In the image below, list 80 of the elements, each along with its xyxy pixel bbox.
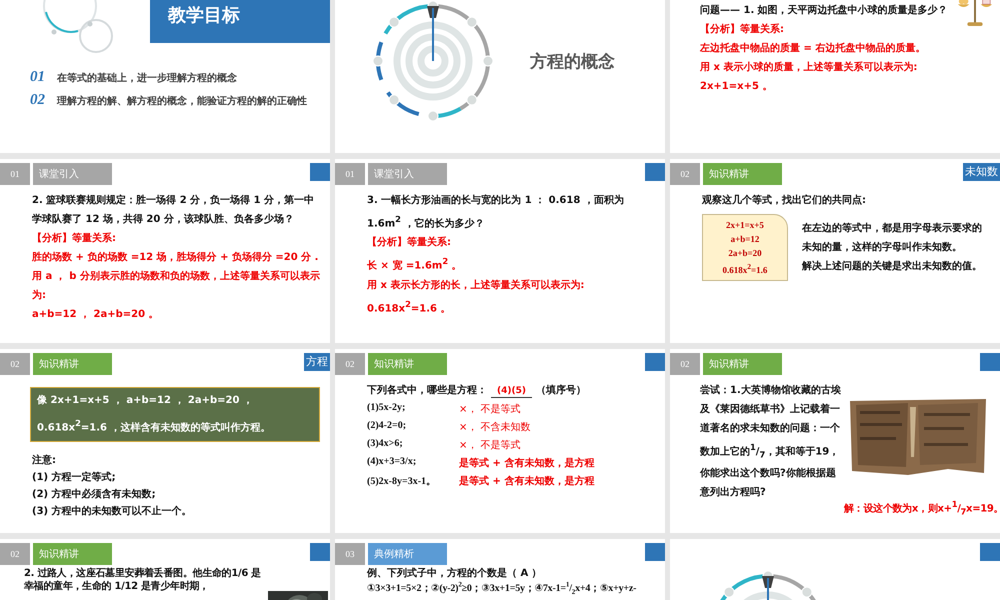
section-number: 02 — [0, 353, 30, 375]
note-text: (2) 方程中必须含有未知数; — [32, 487, 157, 502]
section-label: 课堂引入 — [368, 163, 447, 185]
analysis-text: 0.618x$^{2}$=1.6 。 — [367, 298, 452, 316]
explanation-text: 在左边的等式中，都是用字母表示要求的未知的量，这样的字母叫作未知数。 — [802, 221, 983, 255]
section-label: 知识精讲 — [368, 353, 447, 375]
slide-thumbnail[interactable]: 02 知识精讲 方程 像 2x+1=x+5 ， a+b=12 ， 2a+b=20 ， 0.618x$^{2}$=1.6 ，这样含有未知数的等式叫作方程。 注意: (1) 方程一定等式; (2) 方程中必须含有未知数; (3) 方程中的未知数可以不止一个。 — [0, 349, 330, 533]
section-number: 02 — [670, 163, 700, 185]
note-text: (1) 方程一定等式; — [32, 470, 117, 486]
corner-label: 未知数 — [963, 163, 1000, 181]
section-label: 典例精析 — [368, 543, 447, 565]
slide-thumbnail[interactable]: 方程的概念 — [335, 0, 665, 153]
section-number: 02 — [670, 353, 700, 375]
slide-thumbnail[interactable]: 02 知识精讲 尝试：1.大英博物馆收藏的古埃及《莱因德纸草书》上记载着一道著名的求未知数的问题：一个数加上它的$^{1}$/$_{7}$，其和等于19，你能求出这个数吗?你能根据题意列出方程吗? 解：设这个数为x，则x+$^{1}$/$_{7}$x=19。 — [670, 349, 1000, 533]
section-label: 知识精讲 — [33, 543, 112, 565]
definition-card: 像 2x+1=x+5 ， a+b=12 ， 2a+b=20 ， 0.618x$^{2}$=1.6 ，这样含有未知数的等式叫作方程。 — [30, 387, 320, 442]
expression-text: (2)4-2=0; — [367, 420, 408, 433]
slide-thumbnail[interactable]: 02 知识精讲 未知数 观察这几个等式，找出它们的共同点: 2x+1=x+5 a+b=12 2a+b=20 0.618x$^{2}$=1.6 在左边的等式中，都是用字母表示要求的未知的量，这样的字母叫作未知数。 解决上述问题的关键是求出未知数的值。 — [670, 159, 1000, 343]
equation-text: 2x+1=x+5 — [726, 220, 764, 230]
note-text: 注意: — [32, 453, 57, 468]
question-text: 下列各式中，哪些是方程： — [367, 383, 487, 398]
item-number: 01 — [30, 69, 45, 86]
equation-text: a+b=12 — [730, 234, 760, 244]
slide-thumbnail[interactable]: 问题—— 1. 如图，天平两边托盘中小球的质量是多少？ 【分析】等量关系: 左边托盘中物品的质量 = 右边托盘中物品的质量。 用 x 表示小球的质量，上述等量关系可以表示为: 2x+1=x+5 。 — [670, 0, 1000, 153]
verdict-text: 是等式 + 含有未知数，是方程 — [459, 474, 596, 488]
slide-thumbnail[interactable]: 02 知识精讲 下列各式中，哪些是方程： (4)(5) （填序号） (1)5x-2y; ×， 不是等式 (2)4-2=0; ×， 不含未知数 (3)4x>6; ×， 不是等式 (4)x+3=3/x; 是等式 + 含有未知数，是方程 (5)2x-8y=3x-1。 是等式 + 含有未知数，是方程 — [335, 349, 665, 533]
slide-thumbnail[interactable]: 教学目标 01 在等式的基础上，进一步理解方程的概念 02 理解方程的解、解方程的概念，能验证方程的解的正确性 — [0, 0, 330, 153]
section-number: 01 — [0, 163, 30, 185]
expression-text: (5)2x-8y=3x-1。 — [367, 475, 438, 488]
question-text: 2. 过路人，这座石墓里安葬着丢番图。他生命的1/6 是幸福的童年，生命的 1/12 是青少年时期， — [24, 567, 262, 593]
note-text: (3) 方程中的未知数可以不止一个。 — [32, 504, 193, 520]
analysis-text: a+b=12 ， 2a+b=20 。 — [32, 308, 160, 322]
hint-text: （填序号） — [536, 383, 586, 398]
question-text: 问题—— 1. 如图，天平两边托盘中小球的质量是多少？ — [700, 4, 949, 18]
verdict-text: 是等式 + 含有未知数，是方程 — [459, 456, 596, 470]
section-number: 01 — [335, 163, 365, 185]
objective-text: 理解方程的解、解方程的概念，能验证方程的解的正确性 — [57, 94, 307, 108]
slide-thumbnail[interactable]: 01 课堂引入 3. 一幅长方形油画的长与宽的比为 1 ： 0.618 ，面积为 1.6m$^{2}$ ，它的长为多少？ 【分析】等量关系: 长 × 宽 =1.6m$^{2}$ 。 用 x 表示长方形的长，上述等量关系可以表示为: 0.618x$^{2}$=1.6 。 — [335, 159, 665, 343]
answer-blank: (4)(5) — [491, 385, 532, 398]
section-label: 知识精讲 — [33, 353, 112, 375]
expression-text: (3)4x>6; — [367, 438, 404, 451]
question-text: 2. 篮球联赛规则规定：胜一场得 2 分，负一场得 1 分，第一中学球队赛了 12 场，共得 20 分，该球队胜、负各多少场？ — [32, 193, 316, 227]
analysis-text: 用 x 表示小球的质量，上述等量关系可以表示为: — [700, 60, 918, 75]
verdict-text: ×， 不是等式 — [459, 438, 522, 452]
question-text: 尝试：1.大英博物馆收藏的古埃及《莱因德纸草书》上记载着一道著名的求未知数的问题：一个数加上它的$^{1}$/$_{7}$，其和等于19，你能求出这个数吗?你能根据题意列出方程吗? — [700, 384, 842, 500]
section-number: 03 — [335, 543, 365, 565]
analysis-text: 用 x 表示长方形的长，上述等量关系可以表示为: — [367, 278, 586, 293]
section-number: 02 — [0, 543, 30, 565]
analysis-text: 【分析】等量关系: — [700, 22, 785, 37]
analysis-text: 【分析】等量关系: — [367, 236, 452, 250]
section-number: 02 — [335, 353, 365, 375]
explanation-text: 解决上述问题的关键是求出未知数的值。 — [802, 260, 983, 274]
formula-text: ①3×3+1=5×2；②(y-2)$^{2}$≥0；③3x+1=5y；④7x-1=$^{1}$/$_{2}$x+4；⑤x+y+z- — [367, 582, 638, 596]
item-number: 02 — [30, 92, 45, 109]
slide-thumbnail[interactable]: 01 课堂引入 2. 篮球联赛规则规定：胜一场得 2 分，负一场得 1 分，第一中学球队赛了 12 场，共得 20 分，该球队胜、负各多少场？ 【分析】等量关系: 胜的场数 + 负的场数 =12 场，胜场得分 + 负场得分 =20 分 . 用 a ， b 分别表示胜的场数和负的场数，上述等量关系可以表示为: a+b=12 ， 2a+b=20 。 — [0, 159, 330, 343]
verdict-text: ×， 不是等式 — [459, 402, 522, 416]
equation-text: 0.618x$^{2}$=1.6 — [722, 262, 768, 275]
section-label: 知识精讲 — [703, 353, 782, 375]
analysis-text: 长 × 宽 =1.6m$^{2}$ 。 — [367, 255, 463, 274]
solution-text: 解：设这个数为x，则x+$^{1}$/$_{7}$x=19。 — [844, 498, 998, 518]
expression-text: (4)x+3=3/x; — [367, 456, 418, 469]
slide-thumbnail[interactable]: 02 知识精讲 2. 过路人，这座石墓里安葬着丢番图。他生命的1/6 是幸福的童年，生命的 1/12 是青少年时期， — [0, 539, 330, 600]
analysis-text: 胜的场数 + 负的场数 =12 场，胜场得分 + 负场得分 =20 分 . — [32, 250, 320, 265]
expression-text: (1)5x-2y; — [367, 402, 406, 415]
question-text: 观察这几个等式，找出它们的共同点: — [702, 193, 867, 208]
section-label: 知识精讲 — [703, 163, 782, 185]
slide-thumbnail[interactable]: 03 典例精析 例、下列式子中，方程的个数是（ A ） ①3×3+1=5×2；②(y-2)$^{2}$≥0；③3x+1=5y；④7x-1=$^{1}$/$_{2}$x+4；⑤x+y+z- — [335, 539, 665, 600]
analysis-text: 左边托盘中物品的质量 = 右边托盘中物品的质量。 — [700, 42, 926, 56]
objective-text: 在等式的基础上，进一步理解方程的概念 — [57, 71, 237, 84]
corner-label: 方程 — [304, 353, 330, 371]
slide-title: 教学目标 — [150, 0, 330, 43]
section-title: 方程的概念 — [530, 50, 615, 72]
analysis-text: 用 a ， b 分别表示胜的场数和负的场数，上述等量关系可以表示为: — [32, 270, 320, 303]
analysis-text: 2x+1=x+5 。 — [700, 80, 774, 94]
question-text: 例、下列式子中，方程的个数是（ A ） — [367, 567, 543, 581]
question-text: 3. 一幅长方形油画的长与宽的比为 1 ： 0.618 ，面积为 1.6m$^{2}$ ，它的长为多少？ — [367, 193, 625, 232]
verdict-text: ×， 不含未知数 — [459, 420, 532, 434]
section-label: 课堂引入 — [33, 163, 112, 185]
equation-text: 2a+b=20 — [728, 248, 762, 258]
analysis-text: 【分析】等量关系: — [32, 232, 117, 246]
